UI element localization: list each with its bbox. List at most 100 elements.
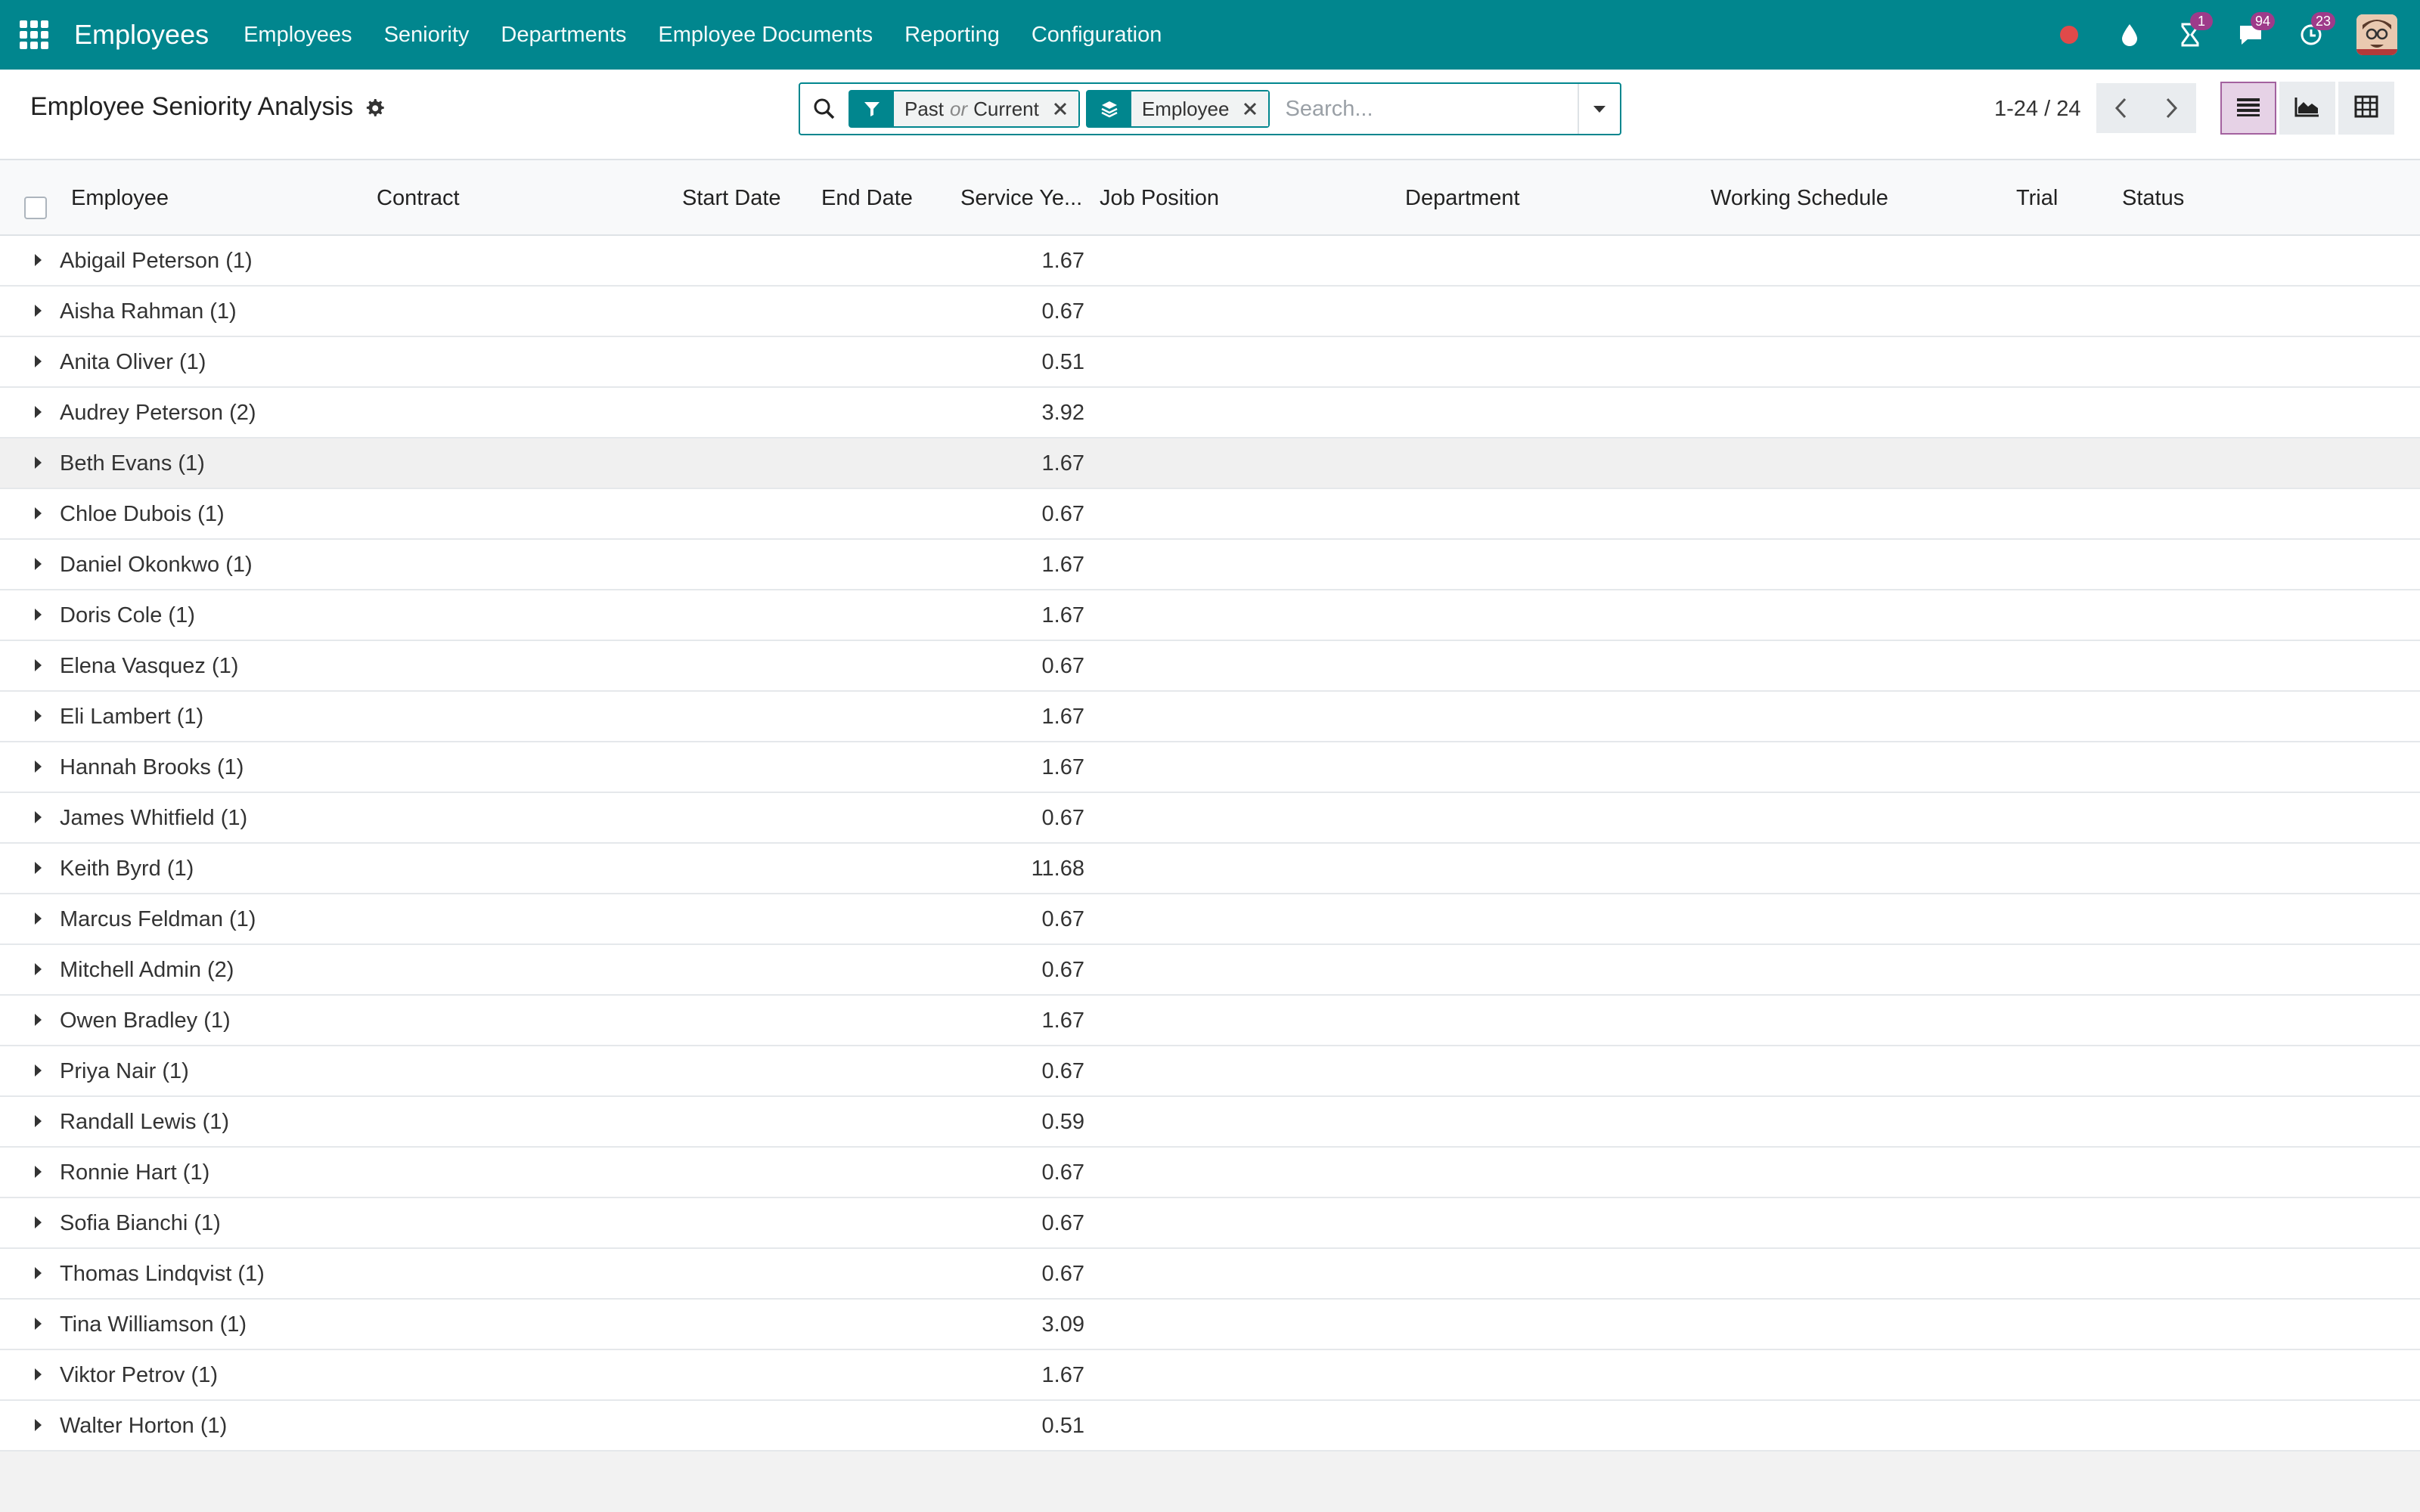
group-row[interactable]: Hannah Brooks (1) 1.67 [0,742,2420,793]
service-years-sum: 1.67 [1041,603,1084,627]
caret-right-icon[interactable] [35,1166,42,1178]
search-options-chevron-down-icon[interactable] [1578,84,1620,134]
group-row[interactable]: Eli Lambert (1) 1.67 [0,692,2420,742]
column-contract[interactable]: Contract [377,186,460,211]
service-years-sum: 0.67 [1041,1262,1084,1286]
group-label: Thomas Lindqvist (1) [60,1262,265,1286]
groupby-value-employee: Employee [1141,97,1230,120]
group-row[interactable]: Mitchell Admin (2) 0.67 [0,945,2420,996]
caret-right-icon[interactable] [35,507,42,519]
caret-right-icon[interactable] [35,811,42,823]
messages-badge: 94 [2251,12,2276,30]
caret-right-icon[interactable] [35,1267,42,1279]
recording-icon[interactable] [2054,20,2084,50]
group-row[interactable]: Sofia Bianchi (1) 0.67 [0,1198,2420,1249]
group-row[interactable]: Thomas Lindqvist (1) 0.67 [0,1249,2420,1300]
caret-right-icon[interactable] [35,355,42,367]
group-row[interactable]: Priya Nair (1) 0.67 [0,1046,2420,1097]
filter-facet-values: Past or Current [894,91,1048,126]
caret-right-icon[interactable] [35,862,42,874]
menu-employees[interactable]: Employees [244,23,352,48]
group-row[interactable]: Marcus Feldman (1) 0.67 [0,894,2420,945]
drop-icon[interactable] [2114,20,2145,50]
caret-right-icon[interactable] [35,1368,42,1380]
filter-value-past: Past [904,97,945,120]
group-row[interactable]: Ronnie Hart (1) 0.67 [0,1148,2420,1198]
column-trial[interactable]: Trial [2016,186,2058,211]
pager-previous-chevron-left-icon[interactable] [2096,83,2146,133]
group-label: Beth Evans (1) [60,451,205,476]
caret-right-icon[interactable] [35,1014,42,1026]
caret-right-icon[interactable] [35,659,42,671]
pivot-view-button[interactable] [2338,82,2394,135]
group-row[interactable]: Elena Vasquez (1) 0.67 [0,641,2420,692]
caret-right-icon[interactable] [35,406,42,418]
menu-employee-documents[interactable]: Employee Documents [658,23,873,48]
group-row[interactable]: Audrey Peterson (2) 3.92 [0,388,2420,438]
pager-value[interactable]: 1-24 / 24 [1994,92,2080,125]
service-years-sum: 0.59 [1041,1110,1084,1134]
column-working-schedule[interactable]: Working Schedule [1711,186,1888,211]
group-row[interactable]: Chloe Dubois (1) 0.67 [0,489,2420,540]
group-row[interactable]: Tina Williamson (1) 3.09 [0,1300,2420,1350]
caret-right-icon[interactable] [35,1115,42,1127]
breadcrumb: Employee Seniority Analysis [30,92,385,122]
caret-right-icon[interactable] [35,912,42,925]
caret-right-icon[interactable] [35,254,42,266]
remove-filter-close-icon[interactable] [1047,91,1078,126]
menu-seniority[interactable]: Seniority [384,23,470,48]
gear-icon[interactable] [364,97,385,118]
caret-right-icon[interactable] [35,558,42,570]
user-avatar[interactable] [2356,14,2397,55]
activity-icon[interactable]: 1 [2175,12,2213,50]
caret-right-icon[interactable] [35,1318,42,1330]
caret-right-icon[interactable] [35,1216,42,1228]
caret-right-icon[interactable] [35,457,42,469]
group-row[interactable]: Keith Byrd (1) 11.68 [0,844,2420,894]
caret-right-icon[interactable] [35,761,42,773]
caret-right-icon[interactable] [35,1064,42,1077]
caret-right-icon[interactable] [35,710,42,722]
group-row[interactable]: Abigail Peterson (1) 1.67 [0,236,2420,287]
timer-icon[interactable]: 23 [2296,12,2336,50]
search-input[interactable] [1276,86,1578,132]
list-view-button[interactable] [2220,82,2276,135]
groupby-facet: Employee [1085,90,1270,128]
table-icon [2354,95,2378,122]
column-job-position[interactable]: Job Position [1100,186,1219,211]
group-row[interactable]: James Whitfield (1) 0.67 [0,793,2420,844]
group-row[interactable]: Owen Bradley (1) 1.67 [0,996,2420,1046]
menu-departments[interactable]: Departments [501,23,626,48]
column-status[interactable]: Status [2122,186,2184,211]
column-end-date[interactable]: End Date [821,186,913,211]
group-row[interactable]: Randall Lewis (1) 0.59 [0,1097,2420,1148]
select-all-checkbox[interactable] [24,197,47,219]
column-employee[interactable]: Employee [71,186,169,211]
group-row[interactable]: Viktor Petrov (1) 1.67 [0,1350,2420,1401]
menu-reporting[interactable]: Reporting [904,23,1000,48]
app-brand[interactable]: Employees [74,19,209,51]
remove-groupby-close-icon[interactable] [1238,91,1269,126]
caret-right-icon[interactable] [35,963,42,975]
menu-configuration[interactable]: Configuration [1032,23,1162,48]
apps-menu-icon[interactable] [20,20,50,50]
list-view-icon [2236,96,2260,121]
group-row[interactable]: Beth Evans (1) 1.67 [0,438,2420,489]
graph-view-button[interactable] [2279,82,2335,135]
caret-right-icon[interactable] [35,1419,42,1431]
pager-next-chevron-right-icon[interactable] [2146,83,2196,133]
group-row[interactable]: Doris Cole (1) 1.67 [0,590,2420,641]
search-icon[interactable] [800,84,849,134]
messages-icon[interactable]: 94 [2235,12,2276,50]
caret-right-icon[interactable] [35,609,42,621]
column-start-date[interactable]: Start Date [682,186,781,211]
group-row[interactable]: Aisha Rahman (1) 0.67 [0,287,2420,337]
group-row[interactable]: Walter Horton (1) 0.51 [0,1401,2420,1452]
column-service-years[interactable]: Service Ye... [960,186,1082,211]
group-label: Abigail Peterson (1) [60,249,253,273]
caret-right-icon[interactable] [35,305,42,317]
group-row[interactable]: Anita Oliver (1) 0.51 [0,337,2420,388]
group-row[interactable]: Daniel Okonkwo (1) 1.67 [0,540,2420,590]
column-department[interactable]: Department [1405,186,1520,211]
group-label: Chloe Dubois (1) [60,502,225,526]
